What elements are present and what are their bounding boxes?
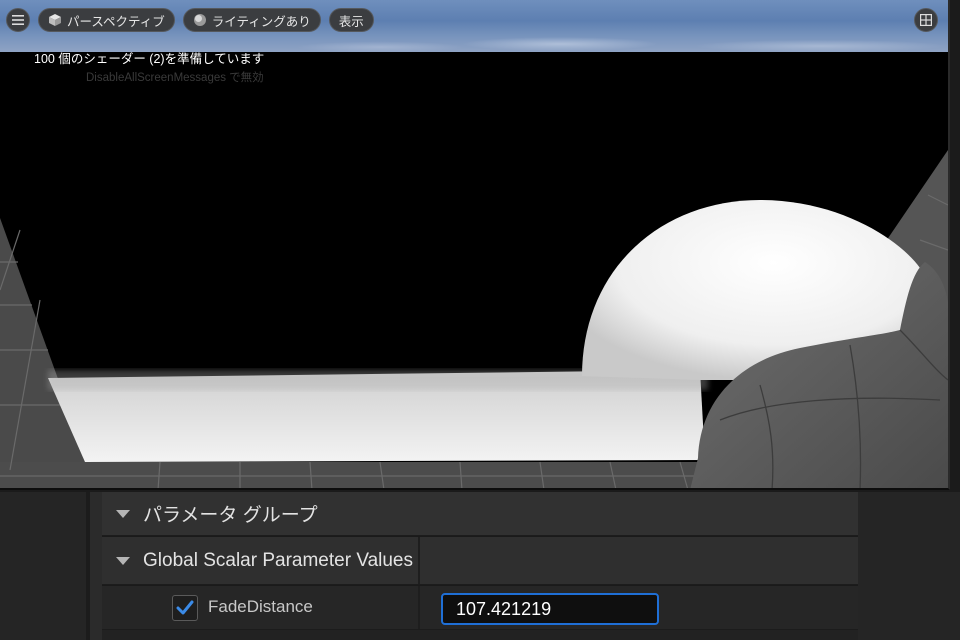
viewport-layout-icon [920, 14, 932, 26]
panel-bottom-edge [102, 630, 858, 640]
level-viewport[interactable]: パースペクティブ ライティングあり 表示 100 個のシェーダー (2)を準備し… [0, 0, 950, 490]
category-global-scalar-label: Global Scalar Parameter Values [143, 549, 413, 571]
right-panel-strip [858, 492, 960, 640]
category-parameter-groups[interactable]: パラメータ グループ [102, 492, 858, 536]
sphere-icon [193, 14, 206, 26]
hamburger-menu-icon [12, 15, 24, 25]
column-divider[interactable] [418, 537, 420, 584]
fade-distance-enable-checkbox[interactable] [172, 595, 198, 621]
perspective-button[interactable]: パースペクティブ [38, 8, 175, 32]
expand-caret-icon[interactable] [116, 556, 130, 565]
lighting-mode-label: ライティングあり [211, 14, 311, 29]
checkmark-icon [176, 600, 194, 615]
fade-distance-label: FadeDistance [208, 597, 313, 616]
cube-icon [49, 14, 61, 26]
left-panel-strip [0, 492, 86, 640]
show-label: 表示 [338, 14, 364, 29]
parameter-row-fade-distance: FadeDistance 107.421219 [102, 586, 858, 630]
category-global-scalar[interactable]: Global Scalar Parameter Values [102, 537, 858, 585]
shader-compile-message: 100 個のシェーダー (2)を準備しています [34, 52, 265, 66]
fade-distance-value-input[interactable]: 107.421219 [441, 593, 659, 625]
column-divider[interactable] [418, 586, 420, 629]
show-button[interactable]: 表示 [328, 8, 374, 32]
expand-caret-icon[interactable] [116, 509, 130, 518]
screen-message-hint: DisableAllScreenMessages で無効 [86, 72, 264, 84]
viewport-menu-button[interactable] [6, 8, 30, 32]
category-parameter-groups-label: パラメータ グループ [143, 505, 318, 526]
details-gutter [86, 492, 102, 640]
details-panel: パラメータ グループ Global Scalar Parameter Value… [102, 492, 858, 640]
viewport-toolbar: パースペクティブ ライティングあり 表示 [6, 8, 374, 32]
perspective-label: パースペクティブ [67, 14, 165, 29]
viewport-layout-button[interactable] [914, 8, 938, 32]
lighting-mode-button[interactable]: ライティングあり [182, 8, 321, 32]
